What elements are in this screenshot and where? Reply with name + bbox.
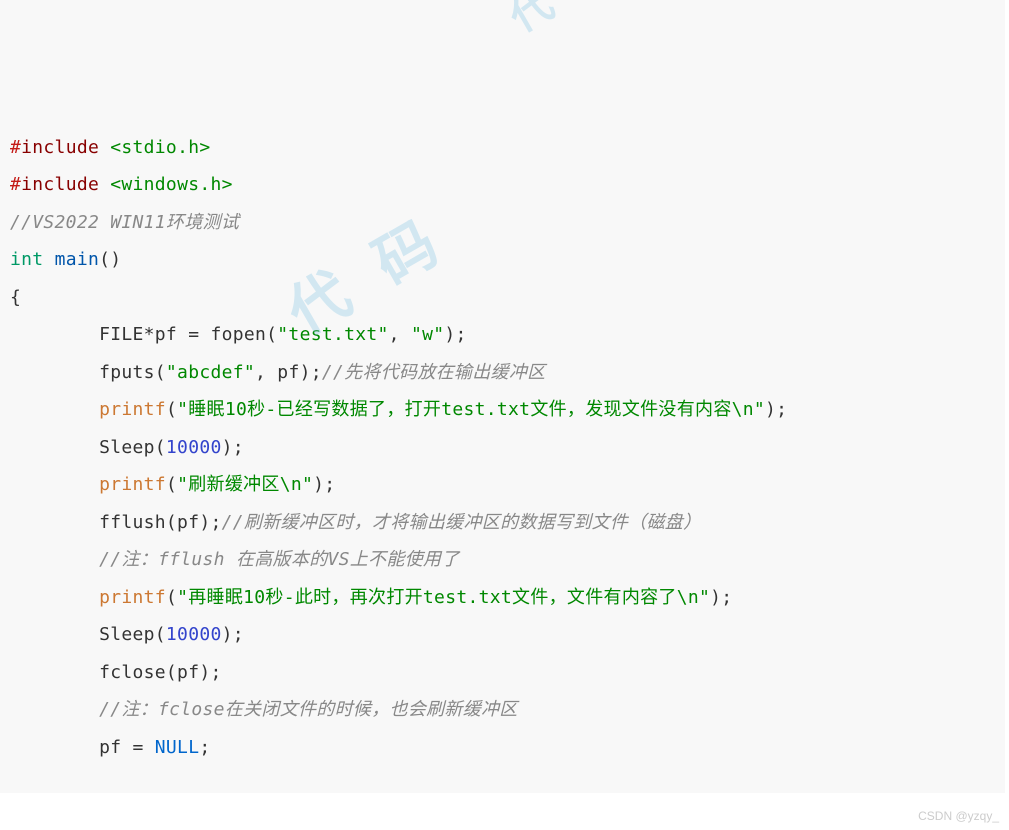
code-line: { [10, 279, 995, 317]
code-line: printf("再睡眠10秒-此时，再次打开test.txt文件，文件有内容了\… [10, 579, 995, 617]
code-line: int main() [10, 241, 995, 279]
code-line: fflush(pf);//刷新缓冲区时，才将输出缓冲区的数据写到文件（磁盘） [10, 504, 995, 542]
code-line: FILE*pf = fopen("test.txt", "w"); [10, 316, 995, 354]
code-line [10, 766, 995, 793]
attribution-text: CSDN @yzqy_ [4, 793, 1005, 830]
code-line: //VS2022 WIN11环境测试 [10, 204, 995, 242]
code-line: //注：fflush 在高版本的VS上不能使用了 [10, 541, 995, 579]
code-line: //注：fclose在关闭文件的时候，也会刷新缓冲区 [10, 691, 995, 729]
code-line: fclose(pf); [10, 654, 995, 692]
code-line: #include <stdio.h> [10, 129, 995, 167]
watermark-decoration: 代 [504, 0, 564, 37]
code-line: Sleep(10000); [10, 429, 995, 467]
code-line: #include <windows.h> [10, 166, 995, 204]
code-line: fputs("abcdef", pf);//先将代码放在输出缓冲区 [10, 354, 995, 392]
code-line: pf = NULL; [10, 729, 995, 767]
code-line: Sleep(10000); [10, 616, 995, 654]
code-block: 代 代码 #include <stdio.h>#include <windows… [0, 0, 1005, 793]
code-line: printf("刷新缓冲区\n"); [10, 466, 995, 504]
code-line: printf("睡眠10秒-已经写数据了，打开test.txt文件，发现文件没有… [10, 391, 995, 429]
